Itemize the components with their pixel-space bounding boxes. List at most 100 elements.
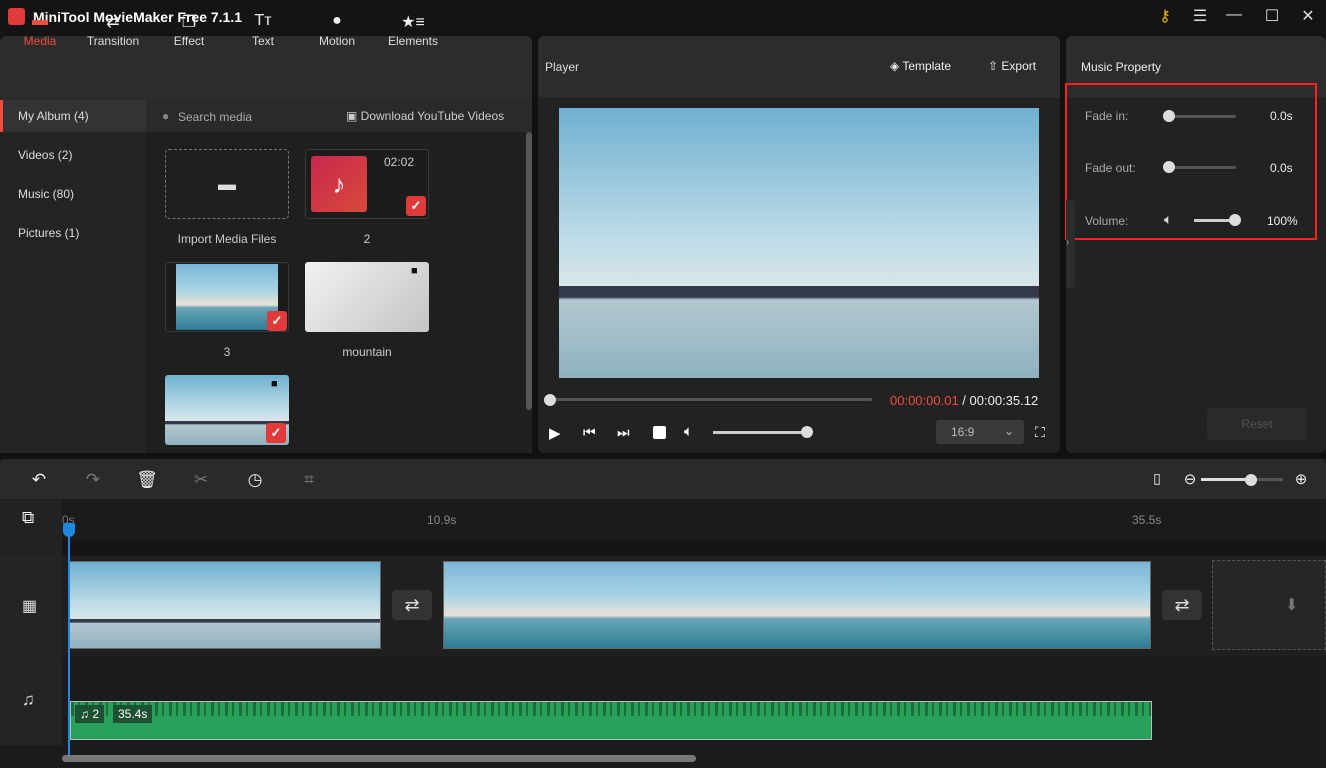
- media-caption: mountain: [342, 345, 392, 359]
- nav-label: Media: [23, 34, 57, 48]
- timeline-scrollbar[interactable]: [62, 755, 696, 762]
- play-icon[interactable]: ▶: [549, 424, 561, 442]
- checked-icon[interactable]: ✓: [406, 196, 426, 216]
- crop-icon[interactable]: ⌗: [297, 470, 321, 490]
- player-header: [538, 36, 1060, 98]
- key-icon[interactable]: ⚷: [1153, 6, 1177, 26]
- download-label: Download YouTube Videos: [360, 109, 505, 123]
- menu-icon[interactable]: ☰: [1188, 6, 1212, 26]
- music-note-icon: ♪: [311, 156, 367, 212]
- checked-icon[interactable]: ✓: [267, 311, 287, 331]
- media-caption: Import Media Files: [177, 232, 277, 246]
- undo-icon[interactable]: ↶: [27, 470, 51, 490]
- duration: 02:02: [384, 155, 415, 169]
- youtube-icon: ▣: [346, 109, 361, 123]
- template-button[interactable]: ◈ Template: [890, 59, 951, 73]
- film-icon: ▦: [22, 598, 38, 615]
- download-box-icon: ⬇: [1285, 597, 1299, 614]
- media-item-mountain[interactable]: ■: [305, 262, 429, 332]
- export-button[interactable]: ⇧ Export: [988, 59, 1036, 73]
- import-media-button[interactable]: ▬: [165, 149, 289, 219]
- music-volume-knob[interactable]: [1229, 214, 1241, 226]
- fade-in-slider[interactable]: [1168, 115, 1236, 118]
- volume-slider[interactable]: [713, 431, 807, 434]
- audio-clip-duration: 35.4s: [113, 705, 153, 723]
- playback-progress-slider[interactable]: [548, 398, 872, 401]
- sidebar-item-music[interactable]: Music (80): [0, 178, 146, 210]
- nav-elements[interactable]: ★≡ Elements: [373, 12, 453, 48]
- fade-out-knob[interactable]: [1163, 161, 1175, 173]
- aspect-ratio-select[interactable]: 16:9 ⌄: [936, 420, 1024, 444]
- nav-label: Elements: [387, 34, 439, 48]
- fade-out-slider[interactable]: [1168, 166, 1236, 169]
- sidebar-item-videos[interactable]: Videos (2): [0, 139, 146, 171]
- layers-icon: ❐: [181, 14, 197, 31]
- nav-motion[interactable]: ● Motion: [297, 12, 377, 48]
- transition-swap-button[interactable]: ⇄: [1162, 590, 1202, 620]
- playhead[interactable]: [68, 523, 70, 755]
- zoom-knob[interactable]: [1245, 474, 1257, 486]
- player-title: Player: [545, 60, 580, 74]
- video-preview[interactable]: [559, 108, 1039, 378]
- minimize-icon[interactable]: —: [1222, 6, 1246, 24]
- maximize-icon[interactable]: ☐: [1260, 6, 1284, 26]
- reset-button[interactable]: Reset: [1207, 408, 1307, 440]
- fade-out-label: Fade out:: [1085, 161, 1136, 175]
- fit-timeline-icon[interactable]: ▯: [1145, 470, 1169, 487]
- speed-icon[interactable]: ◷: [243, 470, 267, 490]
- nav-transition[interactable]: ⇄ Transition: [73, 12, 153, 48]
- collapse-panel-handle[interactable]: ›: [1066, 200, 1075, 288]
- checked-icon[interactable]: ✓: [266, 423, 286, 443]
- zoom-in-icon[interactable]: ⊕: [1289, 470, 1313, 488]
- ruler-label: 35.5s: [1132, 513, 1162, 527]
- delete-icon[interactable]: 🗑︎: [135, 470, 159, 490]
- audio-clip[interactable]: ♫ 2 35.4s: [70, 701, 1152, 740]
- fade-in-knob[interactable]: [1163, 110, 1175, 122]
- playhead-handle[interactable]: [63, 523, 75, 537]
- ruler-label: 10.9s: [427, 513, 457, 527]
- volume-icon[interactable]: 🔈︎: [684, 423, 693, 440]
- drop-zone[interactable]: ⬇: [1212, 560, 1326, 650]
- redo-icon[interactable]: ↷: [81, 470, 105, 490]
- media-item-3[interactable]: ✓: [165, 262, 289, 332]
- swap-icon: ⇄: [106, 14, 120, 31]
- export-label: Export: [1001, 59, 1037, 73]
- video-clip-sea[interactable]: [443, 561, 1151, 649]
- nav-media[interactable]: ▬ Media: [0, 12, 80, 48]
- add-track-icon[interactable]: ⧉: [22, 508, 34, 528]
- nav-label: Transition: [86, 34, 140, 48]
- stop-icon[interactable]: [653, 426, 666, 439]
- next-frame-icon[interactable]: ⏭: [617, 424, 630, 441]
- aspect-value: 16:9: [951, 425, 975, 439]
- total-time: 00:00:35.12: [969, 393, 1039, 408]
- transition-swap-button[interactable]: ⇄: [392, 590, 432, 620]
- nav-label: Motion: [318, 34, 356, 48]
- progress-knob[interactable]: [544, 394, 556, 406]
- folder-icon: ▬: [32, 12, 48, 29]
- media-item-bridge-video[interactable]: ■ ✓: [165, 375, 289, 445]
- export-icon: ⇧: [988, 59, 1002, 73]
- previous-frame-icon[interactable]: ⏮: [583, 424, 596, 441]
- split-icon[interactable]: ✂: [189, 470, 213, 490]
- volume-icon: 🔈︎: [1164, 211, 1173, 227]
- video-clip-bridge[interactable]: [69, 561, 381, 649]
- motion-icon: ●: [332, 12, 342, 29]
- fade-in-value: 0.0s: [1270, 109, 1293, 123]
- download-youtube-button[interactable]: ▣ Download YouTube Videos: [346, 109, 504, 123]
- time-separator: /: [958, 393, 970, 408]
- zoom-out-icon[interactable]: ⊖: [1178, 470, 1202, 488]
- sidebar-item-my-album[interactable]: My Album (4): [0, 100, 146, 132]
- fullscreen-icon[interactable]: ⛶: [1035, 424, 1045, 441]
- search-input[interactable]: Search media: [178, 110, 252, 124]
- zoom-slider[interactable]: [1201, 478, 1251, 481]
- ruler-strip: [62, 540, 1326, 555]
- media-scrollbar[interactable]: [526, 132, 532, 410]
- sidebar-item-pictures[interactable]: Pictures (1): [0, 217, 146, 249]
- nav-text[interactable]: Tт Text: [223, 12, 303, 48]
- media-caption: 3: [223, 345, 231, 359]
- nav-effect[interactable]: ❐ Effect: [149, 12, 229, 48]
- music-track-icon: ♫: [22, 690, 35, 709]
- volume-knob[interactable]: [801, 426, 813, 438]
- close-icon[interactable]: ✕: [1296, 6, 1320, 26]
- media-item-music-2[interactable]: ♪ 02:02 ✓: [305, 149, 429, 219]
